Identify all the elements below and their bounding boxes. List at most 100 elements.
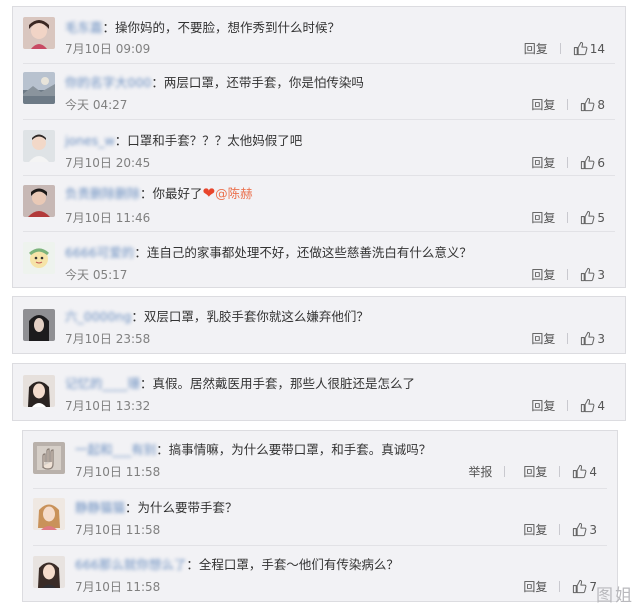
reply-button[interactable]: 回复	[531, 266, 555, 283]
avatar-man-icon[interactable]	[23, 185, 55, 217]
reply-button[interactable]: 回复	[523, 578, 547, 595]
comment-text: 六_0000ng：双层口罩，乳胶手套你就这么嫌弃他们？	[65, 309, 369, 324]
comment-time: 今天 05:17	[65, 268, 128, 282]
comment-item: 静静猫猫：为什么要带手套？ 7月10日 11:58 回复 3	[23, 488, 617, 544]
avatar-long-hair-icon[interactable]	[33, 556, 65, 588]
thumbs-up-icon	[580, 155, 595, 170]
username-link[interactable]: 六_0000ng	[65, 309, 131, 324]
action-divider	[504, 466, 506, 477]
reply-button[interactable]: 回复	[524, 40, 548, 57]
like-button[interactable]: 6	[580, 155, 605, 170]
action-divider	[567, 99, 569, 110]
comment-time: 7月10日 11:58	[75, 465, 161, 479]
like-button[interactable]: 8	[580, 97, 605, 112]
comment-time: 7月10日 13:32	[65, 399, 151, 413]
avatar-boy-icon[interactable]	[23, 130, 55, 162]
like-button[interactable]: 14	[573, 41, 605, 56]
like-count: 4	[589, 464, 597, 479]
watermark-text: 图姐	[596, 586, 634, 606]
comment-item: 你的名字大000：两层口罩，还带手套，你是怕传染吗 今天 04:27 回复 8	[13, 63, 625, 118]
comment-text: 静静猫猫：为什么要带手套？	[75, 500, 238, 515]
avatar-dark-hair-icon[interactable]	[23, 309, 55, 341]
like-button[interactable]: 4	[572, 464, 597, 479]
reply-button[interactable]: 回复	[531, 209, 555, 226]
comment-card-1: 毛东嘉：操你妈的，不要脸，想作秀到什么时候？ 7月10日 09:09 回复 14…	[12, 6, 626, 288]
comment-card-3: 记忆的____珊：真假。居然戴医用手套，那些人很脏还是怎么了 7月10日 13:…	[12, 363, 626, 421]
avatar-woman-icon[interactable]	[23, 375, 55, 407]
comment-text: 记忆的____珊：真假。居然戴医用手套，那些人很脏还是怎么了	[65, 376, 416, 391]
thumbs-up-icon	[580, 267, 595, 282]
thumbs-up-icon	[580, 398, 595, 413]
reply-button[interactable]: 回复	[531, 96, 555, 113]
report-button[interactable]: 举报	[468, 463, 492, 480]
avatar-cartoon-icon[interactable]	[23, 242, 55, 274]
comment-time: 7月10日 11:46	[65, 211, 151, 225]
like-count: 4	[597, 398, 605, 413]
action-divider	[559, 524, 561, 535]
avatar-landscape-icon[interactable]	[23, 72, 55, 104]
reply-button[interactable]: 回复	[531, 397, 555, 414]
comment-item: 六_0000ng：双层口罩，乳胶手套你就这么嫌弃他们？ 7月10日 23:58 …	[13, 297, 625, 355]
thumbs-up-icon	[580, 97, 595, 112]
username-link[interactable]: 记忆的____珊	[65, 376, 140, 391]
action-divider	[567, 400, 569, 411]
like-button[interactable]: 3	[580, 267, 605, 282]
thumbs-up-icon	[573, 41, 588, 56]
comment-item: 6666可爱的：连自己的家事都处理不好，还做这些慈善洗白有什么意义？ 今天 05…	[13, 231, 625, 287]
like-button[interactable]: 3	[572, 522, 597, 537]
avatar-girl-icon[interactable]	[23, 17, 55, 49]
avatar-hand-icon[interactable]	[33, 442, 65, 474]
comment-text: 一起和___有别：搞事情嘛，为什么要带口罩，和手套。真诚吗？	[75, 442, 432, 457]
comment-item: 毛东嘉：操你妈的，不要脸，想作秀到什么时候？ 7月10日 09:09 回复 14	[13, 7, 625, 62]
username-link[interactable]: 6666可爱的	[65, 245, 134, 260]
action-divider	[559, 466, 561, 477]
comment-actions: 举报 回复 4	[448, 463, 597, 480]
avatar-blonde-icon[interactable]	[33, 498, 65, 530]
comment-actions: 回复 3	[511, 330, 605, 347]
username-link[interactable]: jones_w	[65, 133, 115, 148]
action-divider	[559, 581, 561, 592]
comment-time: 今天 04:27	[65, 98, 128, 112]
comment-text: 毛东嘉：操你妈的，不要脸，想作秀到什么时候？	[65, 20, 341, 35]
comment-time: 7月10日 11:58	[75, 580, 161, 594]
username-link[interactable]: 666那么就你想么了	[75, 557, 186, 572]
like-count: 6	[597, 155, 605, 170]
action-divider	[567, 212, 569, 223]
comment-actions: 回复 6	[511, 154, 605, 171]
username-link[interactable]: 毛东嘉	[65, 20, 103, 35]
reply-button[interactable]: 回复	[523, 463, 547, 480]
thumbs-up-icon	[580, 331, 595, 346]
comment-text: 你的名字大000：两层口罩，还带手套，你是怕传染吗	[65, 75, 364, 90]
reply-button[interactable]: 回复	[523, 521, 547, 538]
username-link[interactable]: 静静猫猫	[75, 500, 125, 515]
username-link[interactable]: 负责删除删除	[65, 186, 140, 201]
comment-item: 一起和___有别：搞事情嘛，为什么要带口罩，和手套。真诚吗？ 7月10日 11:…	[23, 431, 617, 487]
reply-button[interactable]: 回复	[531, 330, 555, 347]
username-link[interactable]: 你的名字大000	[65, 75, 151, 90]
comment-actions: 回复 8	[511, 96, 605, 113]
like-count: 5	[597, 210, 605, 225]
action-divider	[559, 43, 561, 54]
comment-actions: 回复 7	[503, 578, 597, 595]
comment-time: 7月10日 23:58	[65, 332, 151, 346]
comment-time: 7月10日 11:58	[75, 523, 161, 537]
like-button[interactable]: 7	[572, 579, 597, 594]
comment-actions: 回复 14	[504, 40, 605, 57]
comment-text: 负责删除删除：你最好了❤@陈赫	[65, 184, 253, 202]
comment-actions: 回复 4	[511, 397, 605, 414]
like-count: 8	[597, 97, 605, 112]
reply-button[interactable]: 回复	[531, 154, 555, 171]
like-count: 3	[589, 522, 597, 537]
like-button[interactable]: 4	[580, 398, 605, 413]
action-divider	[567, 269, 569, 280]
comment-item: 记忆的____珊：真假。居然戴医用手套，那些人很脏还是怎么了 7月10日 13:…	[13, 364, 625, 422]
like-button[interactable]: 3	[580, 331, 605, 346]
like-button[interactable]: 5	[580, 210, 605, 225]
heart-icon: ❤	[202, 184, 216, 202]
comment-actions: 回复 5	[511, 209, 605, 226]
username-link[interactable]: 一起和___有别	[75, 442, 156, 457]
like-count: 3	[597, 331, 605, 346]
comment-actions: 回复 3	[503, 521, 597, 538]
comment-time: 7月10日 09:09	[65, 42, 151, 56]
mention-link[interactable]: @陈赫	[215, 186, 253, 201]
